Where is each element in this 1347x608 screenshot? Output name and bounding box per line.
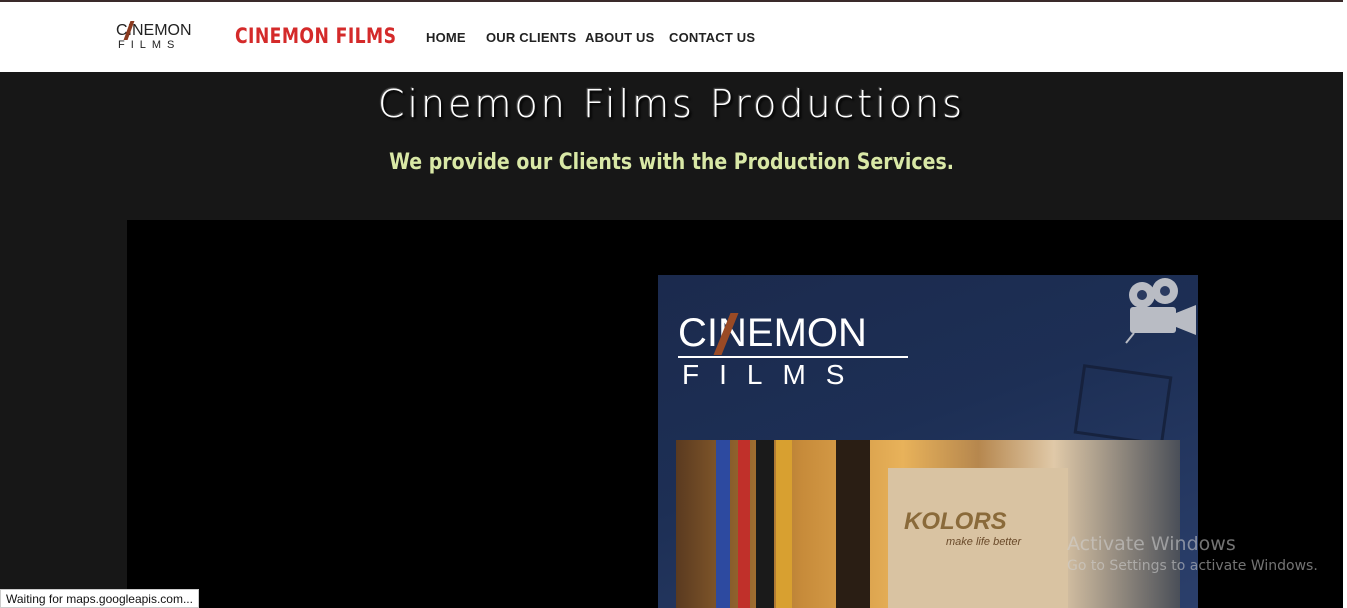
- brand-name[interactable]: CINEMON FILMS: [235, 24, 396, 48]
- video-still-image: KOLORS make life better: [676, 440, 1180, 608]
- video-logo-bottom-text: FILMS: [682, 359, 865, 390]
- nav-contact-us[interactable]: CONTACT US: [669, 30, 755, 45]
- video-logo-top-text: CINEMON: [678, 311, 867, 355]
- logo-bottom-text: FILMS: [118, 39, 181, 51]
- activate-windows-title: Activate Windows: [1067, 533, 1236, 555]
- film-strip-graphic: [1073, 364, 1173, 446]
- sign-text: KOLORS: [904, 508, 1007, 535]
- kolors-sign: KOLORS make life better: [888, 468, 1068, 608]
- site-logo[interactable]: CINEMON FILMS: [116, 21, 200, 56]
- film-camera-icon: [1120, 275, 1198, 347]
- photo-panel-red: [738, 440, 750, 608]
- site-header: CINEMON FILMS CINEMON FILMS HOME OUR CLI…: [0, 2, 1343, 72]
- hero-title: Cinemon Films Productions: [377, 82, 966, 126]
- photo-panel-shelf: [836, 440, 870, 608]
- nav-home[interactable]: HOME: [426, 30, 466, 45]
- hero-subtitle: We provide our Clients with the Producti…: [389, 150, 954, 175]
- photo-panel-dark: [756, 440, 774, 608]
- scroll-gutter: [1343, 0, 1347, 608]
- activate-windows-subtitle: Go to Settings to activate Windows.: [1067, 558, 1318, 574]
- photo-panel-blue: [716, 440, 730, 608]
- video-logo-rule: [678, 356, 908, 358]
- photo-panel-yellow: [776, 440, 792, 608]
- hero-section: Cinemon Films Productions We provide our…: [0, 72, 1343, 220]
- nav-about-us[interactable]: ABOUT US: [585, 30, 655, 45]
- sign-subtext: make life better: [946, 536, 1022, 548]
- nav-our-clients[interactable]: OUR CLIENTS: [486, 30, 576, 45]
- browser-status-bar: Waiting for maps.googleapis.com...: [0, 589, 199, 608]
